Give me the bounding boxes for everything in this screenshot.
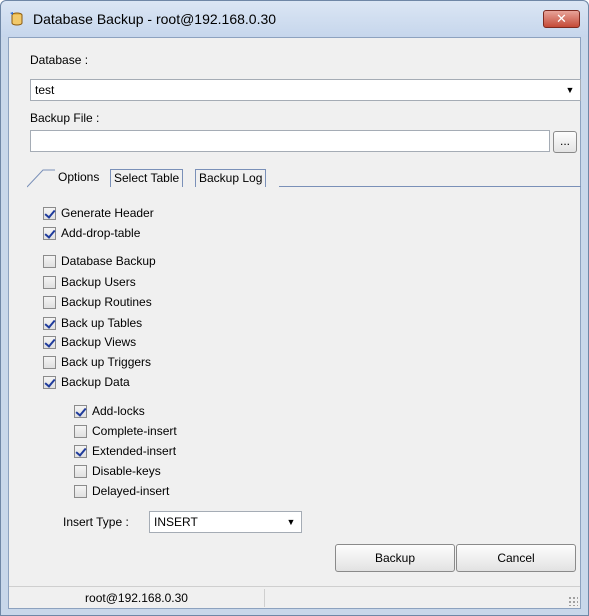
checkbox-label: Backup Data bbox=[61, 375, 130, 389]
checkbox-label: Extended-insert bbox=[92, 444, 177, 458]
close-button[interactable]: ✕ bbox=[543, 10, 580, 28]
insert-type-select[interactable]: INSERT ▼ bbox=[149, 511, 302, 533]
checkbox-label: Backup Views bbox=[61, 335, 137, 349]
checkbox-label: Generate Header bbox=[61, 206, 154, 220]
tab-options[interactable]: Options bbox=[55, 169, 102, 187]
checkbox-label: Back up Triggers bbox=[61, 355, 152, 369]
tab-strip-line bbox=[279, 186, 581, 187]
dialog-body: Database : test ▼ Backup File : ... Opti… bbox=[8, 37, 581, 609]
chevron-down-icon: ▼ bbox=[286, 517, 296, 527]
browse-button[interactable]: ... bbox=[553, 131, 577, 153]
backup-file-input[interactable] bbox=[30, 130, 550, 152]
checkbox[interactable] bbox=[74, 425, 87, 438]
checkbox-label: Add-drop-table bbox=[61, 226, 141, 240]
checkbox-label: Complete-insert bbox=[92, 424, 177, 438]
chevron-down-icon: ▼ bbox=[565, 85, 575, 95]
title-bar[interactable]: Database Backup - root@192.168.0.30 ✕ bbox=[1, 1, 588, 37]
checkbox-label: Back up Tables bbox=[61, 316, 143, 330]
database-label: Database : bbox=[30, 53, 89, 67]
tab-edge bbox=[27, 169, 55, 188]
checkbox[interactable] bbox=[43, 276, 56, 289]
checkbox[interactable] bbox=[43, 227, 56, 240]
database-select[interactable]: test ▼ bbox=[30, 79, 581, 101]
checkbox-label: Delayed-insert bbox=[92, 484, 170, 498]
close-icon: ✕ bbox=[556, 11, 567, 26]
tab-select-table[interactable]: Select Table bbox=[110, 169, 184, 187]
checkbox-label: Backup Routines bbox=[61, 295, 152, 309]
backup-button[interactable]: Backup bbox=[335, 544, 455, 572]
database-selected-value: test bbox=[35, 83, 55, 97]
checkbox[interactable] bbox=[74, 405, 87, 418]
insert-type-value: INSERT bbox=[154, 515, 198, 529]
checkbox-label: Disable-keys bbox=[92, 464, 161, 478]
checkbox[interactable] bbox=[74, 485, 87, 498]
checkbox-label: Backup Users bbox=[61, 275, 136, 289]
checkbox[interactable] bbox=[43, 207, 56, 220]
checkbox[interactable] bbox=[43, 336, 56, 349]
checkbox[interactable] bbox=[43, 255, 56, 268]
checkbox[interactable] bbox=[43, 317, 56, 330]
database-backup-icon bbox=[10, 12, 23, 26]
checkbox-label: Database Backup bbox=[61, 254, 156, 268]
checkbox[interactable] bbox=[43, 296, 56, 309]
resize-grip-icon[interactable] bbox=[568, 596, 578, 606]
tab-backup-log[interactable]: Backup Log bbox=[195, 169, 267, 187]
checkbox[interactable] bbox=[74, 465, 87, 478]
checkbox[interactable] bbox=[74, 445, 87, 458]
window-title: Database Backup - root@192.168.0.30 bbox=[33, 11, 277, 27]
status-connection: root@192.168.0.30 bbox=[9, 589, 265, 607]
backup-dialog-window: Database Backup - root@192.168.0.30 ✕ Da… bbox=[0, 0, 589, 616]
checkbox[interactable] bbox=[43, 356, 56, 369]
checkbox-label: Add-locks bbox=[92, 404, 145, 418]
cancel-button[interactable]: Cancel bbox=[456, 544, 576, 572]
status-bar: root@192.168.0.30 bbox=[9, 586, 580, 608]
checkbox[interactable] bbox=[43, 376, 56, 389]
backup-file-label: Backup File : bbox=[30, 111, 100, 125]
insert-type-label: Insert Type : bbox=[63, 515, 129, 529]
